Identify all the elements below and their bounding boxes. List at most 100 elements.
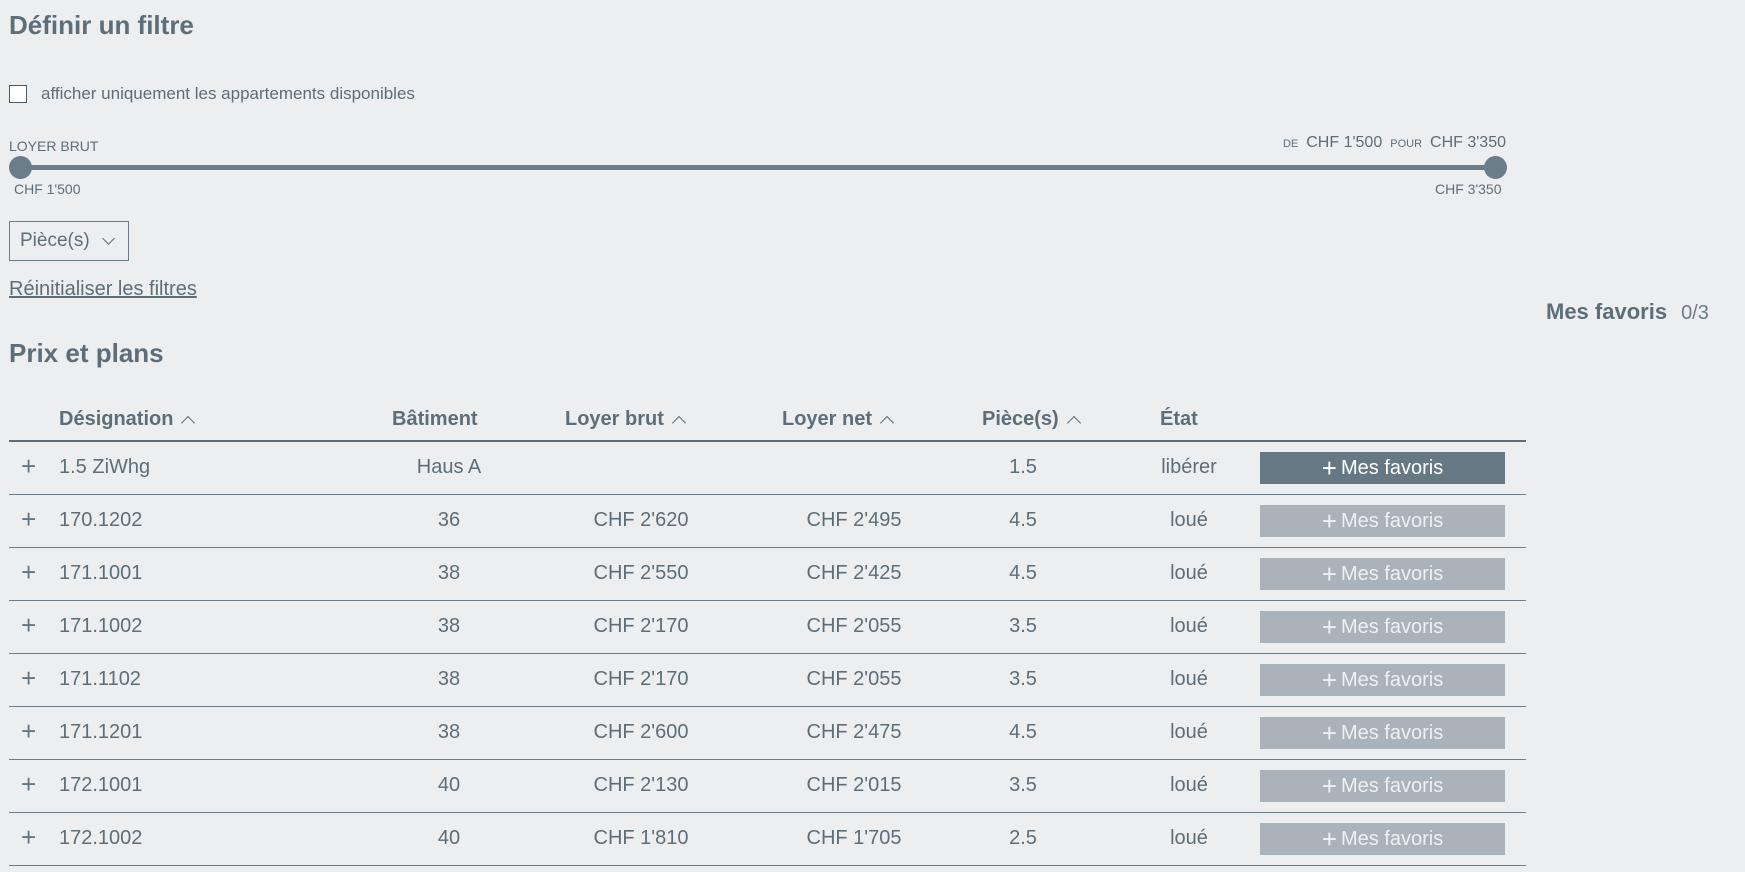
sort-up-icon	[671, 415, 686, 430]
range-to-value: CHF 3'350	[1430, 134, 1506, 151]
chevron-down-icon	[101, 232, 115, 245]
col-building: Bâtiment	[392, 408, 478, 431]
gross-rent: CHF 2'170	[593, 668, 689, 690]
favorites-summary[interactable]: Mes favoris 0/3	[1546, 299, 1709, 325]
sort-up-icon	[1066, 415, 1081, 430]
add-favorite-button: + Mes favoris	[1260, 611, 1505, 643]
expand-plus-icon[interactable]: +	[21, 663, 36, 694]
table-body: + 1.5 ZiWhg Haus A 1.5 libérer + Mes favo…	[9, 442, 1526, 866]
building: Haus A	[416, 456, 482, 478]
available-only-checkbox[interactable]	[9, 85, 27, 103]
status: loué	[1170, 615, 1208, 637]
col-gross-rent-label: Loyer brut	[565, 408, 664, 430]
available-only-label[interactable]: afficher uniquement les appartements dis…	[41, 84, 415, 104]
table-row: + 171.1201 38 CHF 2'600 CHF 2'475 4.5 lo…	[9, 707, 1526, 760]
col-designation[interactable]: Désignation	[59, 408, 196, 431]
add-favorite-button: + Mes favoris	[1260, 664, 1505, 696]
range-from-word: de	[1282, 138, 1299, 150]
available-only-filter[interactable]: afficher uniquement les appartements dis…	[9, 84, 415, 104]
rent-slider-min-handle[interactable]	[9, 156, 32, 179]
expand-plus-icon[interactable]: +	[21, 610, 36, 641]
building: 38	[437, 668, 461, 690]
favorites-count: 0/3	[1681, 302, 1709, 324]
col-rooms[interactable]: Pièce(s)	[982, 408, 1081, 431]
building: 36	[437, 509, 461, 531]
designation: 171.1002	[59, 615, 143, 637]
plus-icon: +	[1321, 718, 1337, 748]
page: Définir un filtre afficher uniquement le…	[0, 0, 1745, 872]
col-building-label: Bâtiment	[392, 408, 478, 430]
building: 38	[437, 721, 461, 743]
table-row: + 171.1102 38 CHF 2'170 CHF 2'055 3.5 lo…	[9, 654, 1526, 707]
add-favorite-button: + Mes favoris	[1260, 770, 1505, 802]
designation: 170.1202	[59, 509, 143, 531]
table-row: + 171.1001 38 CHF 2'550 CHF 2'425 4.5 lo…	[9, 548, 1526, 601]
col-net-rent[interactable]: Loyer net	[782, 408, 895, 431]
rooms: 4.5	[1009, 562, 1037, 584]
table-row: + 172.1002 40 CHF 1'810 CHF 1'705 2.5 lo…	[9, 813, 1526, 866]
add-favorite-label: Mes favoris	[1340, 827, 1444, 850]
gross-rent: CHF 2'170	[593, 615, 689, 637]
add-favorite-label: Mes favoris	[1340, 509, 1444, 532]
status: loué	[1170, 562, 1208, 584]
expand-plus-icon[interactable]: +	[21, 769, 36, 800]
gross-rent: CHF 2'620	[593, 509, 689, 531]
rooms: 3.5	[1009, 774, 1037, 796]
range-from-value: CHF 1'500	[1306, 134, 1383, 151]
rent-slider-track[interactable]	[20, 165, 1495, 170]
rooms: 1.5	[1009, 456, 1037, 478]
rooms: 3.5	[1009, 615, 1037, 637]
col-gross-rent[interactable]: Loyer brut	[565, 408, 686, 431]
gross-rent: CHF 2'130	[593, 774, 689, 796]
plus-icon: +	[1321, 506, 1337, 536]
plus-icon: +	[1321, 559, 1337, 589]
gross-rent: CHF 1'810	[593, 827, 689, 849]
rooms: 4.5	[1009, 721, 1037, 743]
status: loué	[1170, 827, 1208, 849]
rent-slider-max-label: CHF 3'350	[1435, 181, 1502, 197]
status: loué	[1170, 721, 1208, 743]
rooms: 2.5	[1009, 827, 1037, 849]
rent-range-label: Loyer brut	[9, 138, 99, 154]
plus-icon: +	[1321, 771, 1337, 801]
net-rent: CHF 2'055	[806, 668, 902, 690]
building: 40	[437, 827, 461, 849]
expand-plus-icon[interactable]: +	[21, 504, 36, 535]
add-favorite-button: + Mes favoris	[1260, 823, 1505, 855]
col-designation-label: Désignation	[59, 408, 174, 430]
rooms: 4.5	[1009, 509, 1037, 531]
table-row: + 172.1001 40 CHF 2'130 CHF 2'015 3.5 lo…	[9, 760, 1526, 813]
range-to-word: pour	[1390, 138, 1423, 150]
expand-plus-icon[interactable]: +	[21, 557, 36, 588]
gross-rent: CHF 2'550	[593, 562, 689, 584]
expand-plus-icon[interactable]: +	[21, 451, 36, 482]
plus-icon: +	[1321, 665, 1337, 695]
rent-slider-max-handle[interactable]	[1484, 156, 1507, 179]
plus-icon: +	[1321, 824, 1337, 854]
col-status-label: État	[1160, 408, 1198, 430]
table-header: Désignation Bâtiment Loyer brut Loyer ne…	[9, 400, 1526, 442]
expand-plus-icon[interactable]: +	[21, 716, 36, 747]
add-favorite-label: Mes favoris	[1340, 615, 1444, 638]
expand-plus-icon[interactable]: +	[21, 822, 36, 853]
reset-filters-link[interactable]: Réinitialiser les filtres	[9, 278, 197, 301]
add-favorite-button: + Mes favoris	[1260, 558, 1505, 590]
designation: 1.5 ZiWhg	[59, 456, 151, 478]
add-favorite-label: Mes favoris	[1340, 721, 1444, 744]
sort-up-icon	[181, 415, 196, 430]
col-net-rent-label: Loyer net	[782, 408, 873, 430]
add-favorite-label: Mes favoris	[1340, 456, 1444, 479]
rooms-select-value: Pièce(s)	[20, 230, 90, 251]
designation: 172.1001	[59, 774, 143, 796]
rent-range-summary: de CHF 1'500 pour CHF 3'350	[1283, 134, 1506, 152]
add-favorite-button[interactable]: + Mes favoris	[1260, 452, 1505, 484]
rooms-select[interactable]: Pièce(s)	[9, 221, 129, 261]
prices-title: Prix et plans	[9, 338, 164, 368]
rent-slider-min-label: CHF 1'500	[14, 181, 81, 197]
plus-icon: +	[1321, 612, 1337, 642]
designation: 172.1002	[59, 827, 143, 849]
favorites-title[interactable]: Mes favoris	[1546, 299, 1667, 325]
add-favorite-button: + Mes favoris	[1260, 717, 1505, 749]
building: 38	[437, 562, 461, 584]
sort-up-icon	[879, 415, 895, 430]
